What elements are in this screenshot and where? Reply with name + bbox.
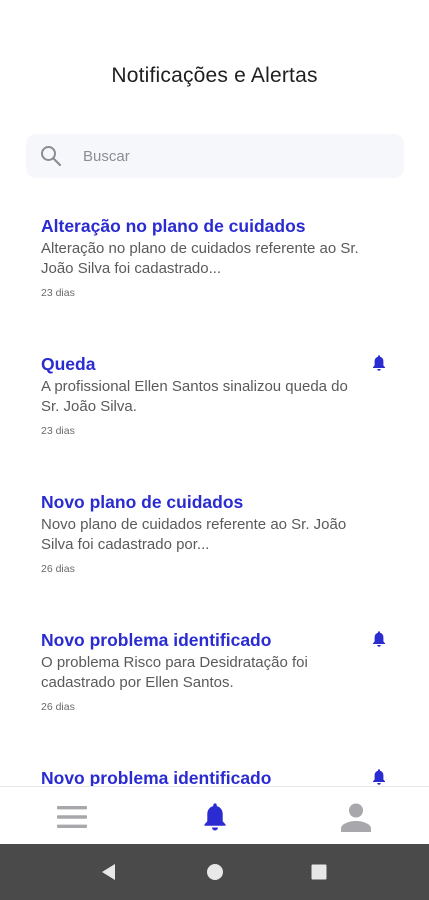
bell-alert-icon <box>373 631 385 647</box>
notification-item[interactable]: Queda A profissional Ellen Santos sinali… <box>0 352 429 490</box>
search-bar[interactable] <box>26 134 404 178</box>
notification-list: Alteração no plano de cuidados Alteração… <box>0 214 429 786</box>
search-icon <box>41 146 62 167</box>
nav-notifications-button[interactable] <box>198 801 232 833</box>
notification-item[interactable]: Novo plano de cuidados Novo plano de cui… <box>0 490 429 628</box>
notification-item[interactable]: Alteração no plano de cuidados Alteração… <box>0 214 429 352</box>
android-navigation-bar <box>0 844 429 900</box>
bell-alert-icon <box>373 355 385 371</box>
notification-item[interactable]: Novo problema identificado O problema Ri… <box>0 628 429 766</box>
bottom-navigation <box>0 786 429 844</box>
notification-description: O problema Risco para Desidratação foi c… <box>41 654 308 691</box>
user-icon <box>341 803 371 832</box>
home-icon[interactable] <box>204 861 226 883</box>
search-input[interactable] <box>83 147 383 165</box>
recent-apps-icon[interactable] <box>308 861 330 883</box>
bell-alert-icon <box>373 769 385 785</box>
notification-item[interactable]: Novo problema identificado <box>0 766 429 786</box>
notification-description: Alteração no plano de cuidados referente… <box>41 240 359 277</box>
nav-profile-button[interactable] <box>338 801 374 833</box>
back-icon[interactable] <box>98 861 120 883</box>
bell-icon <box>204 803 226 831</box>
nav-menu-button[interactable] <box>54 801 90 833</box>
notification-time: 26 dias <box>41 701 75 713</box>
notification-description: A profissional Ellen Santos sinalizou qu… <box>41 378 348 415</box>
notification-title: Novo plano de cuidados <box>41 492 244 512</box>
notification-title: Alteração no plano de cuidados <box>41 216 306 236</box>
notification-time: 26 dias <box>41 563 75 575</box>
notification-description: Novo plano de cuidados referente ao Sr. … <box>41 516 347 553</box>
notification-time: 23 dias <box>41 425 75 437</box>
notification-time: 23 dias <box>41 287 75 299</box>
page-title: Notificações e Alertas <box>111 64 318 87</box>
menu-icon <box>57 806 87 828</box>
